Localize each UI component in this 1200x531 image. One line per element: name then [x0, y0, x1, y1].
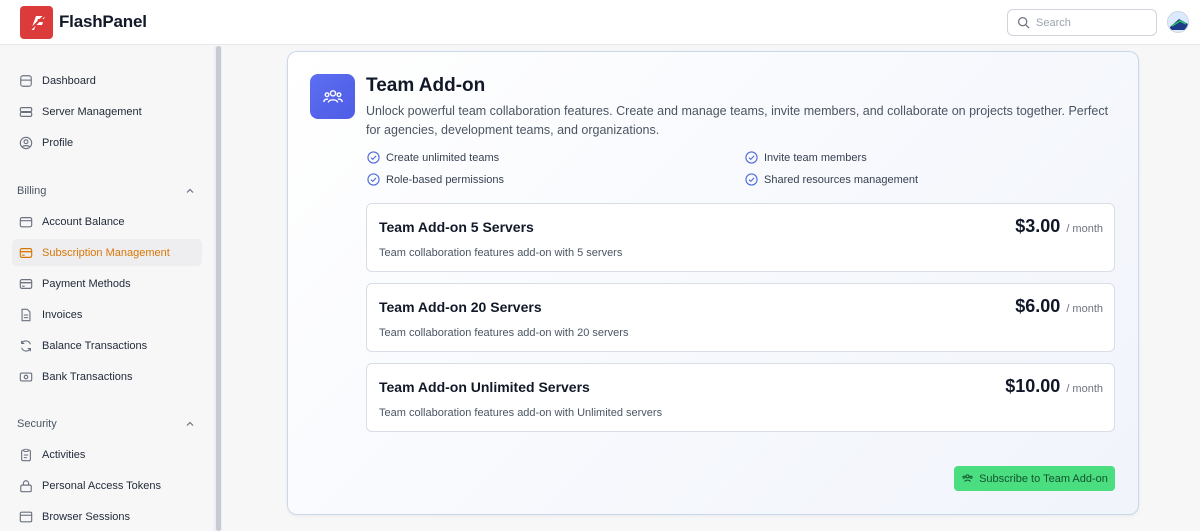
plan-price: $3.00 / month: [1015, 216, 1103, 237]
plan-name: Team Add-on 20 Servers: [379, 299, 542, 315]
sidebar-item-balance-transactions[interactable]: Balance Transactions: [12, 332, 202, 359]
check-circle-icon: [367, 173, 380, 186]
sidebar-item-label: Browser Sessions: [42, 510, 131, 523]
browser-icon: [18, 509, 34, 525]
feature-item: Create unlimited teams: [367, 151, 499, 164]
sidebar-item-label: Payment Methods: [42, 277, 131, 290]
wallet-icon: [18, 214, 34, 230]
feature-label: Create unlimited teams: [386, 151, 500, 164]
users-group-icon: [962, 474, 973, 482]
price-amount: $3.00: [1015, 216, 1061, 236]
sidebar-item-label: Profile: [42, 136, 74, 149]
check-circle-icon: [745, 151, 758, 164]
sidebar-item-account-balance[interactable]: Account Balance: [12, 208, 202, 235]
search-input[interactable]: [1036, 16, 1146, 29]
logo-icon: [27, 13, 46, 32]
avatar-image-icon: [1168, 12, 1188, 32]
clipboard-icon: [18, 447, 34, 463]
dashboard-icon: [18, 73, 34, 89]
sidebar-item-browser-sessions[interactable]: Browser Sessions: [12, 503, 202, 530]
top-header: FlashPanel: [0, 0, 1200, 45]
sidebar-scrollbar-thumb[interactable]: [216, 46, 221, 531]
sidebar-item-label: Dashboard: [42, 74, 96, 87]
sidebar-item-server-management[interactable]: Server Management: [12, 98, 202, 125]
sidebar-item-label: Subscription Management: [42, 246, 170, 259]
sidebar-item-label: Server Management: [42, 105, 142, 118]
plan-name: Team Add-on Unlimited Servers: [379, 379, 590, 395]
sidebar-item-label: Balance Transactions: [42, 339, 148, 352]
feature-item: Invite team members: [745, 151, 867, 164]
addon-description: Unlock powerful team collaboration featu…: [366, 104, 1109, 137]
sidebar-item-invoices[interactable]: Invoices: [12, 301, 202, 328]
search-icon: [1018, 17, 1030, 29]
sidebar-item-payment-methods[interactable]: Payment Methods: [12, 270, 202, 297]
addon-title: Team Add-on: [366, 75, 486, 96]
plan-price: $10.00 / month: [1005, 376, 1103, 397]
document-icon: [18, 307, 34, 323]
billing-section-label[interactable]: Billing: [17, 185, 46, 197]
credit-card-icon: [18, 276, 34, 292]
sidebar-item-label: Activities: [42, 448, 86, 461]
server-icon: [18, 104, 34, 120]
sidebar-item-bank-transactions[interactable]: Bank Transactions: [12, 363, 202, 390]
price-period: / month: [1066, 303, 1103, 315]
profile-icon: [18, 135, 34, 151]
feature-label: Shared resources management: [764, 173, 919, 186]
plan-option-20-servers[interactable]: Team Add-on 20 Servers Team collaboratio…: [366, 283, 1115, 352]
sidebar-item-label: Personal Access Tokens: [42, 479, 162, 492]
subscribe-button-label: Subscribe to Team Add-on: [979, 472, 1108, 485]
plan-option-unlimited-servers[interactable]: Team Add-on Unlimited Servers Team colla…: [366, 363, 1115, 432]
flashpanel-logo[interactable]: [20, 6, 53, 39]
team-addon-badge: [310, 74, 355, 119]
chevron-up-icon[interactable]: [185, 419, 195, 429]
avatar[interactable]: [1167, 11, 1189, 33]
feature-label: Invite team members: [764, 151, 867, 164]
chevron-up-icon[interactable]: [185, 186, 195, 196]
sidebar-item-subscription-management[interactable]: Subscription Management: [12, 239, 202, 266]
users-group-icon: [322, 89, 343, 103]
sidebar-item-activities[interactable]: Activities: [12, 441, 202, 468]
feature-label: Role-based permissions: [386, 173, 504, 186]
price-amount: $10.00: [1005, 376, 1061, 396]
search-box[interactable]: [1007, 9, 1157, 36]
check-circle-icon: [745, 173, 758, 186]
plan-option-5-servers[interactable]: Team Add-on 5 Servers Team collaboration…: [366, 203, 1115, 272]
refresh-icon: [18, 338, 34, 354]
price-period: / month: [1066, 223, 1103, 235]
security-section-label[interactable]: Security: [17, 418, 57, 430]
plan-description: Team collaboration features add-on with …: [379, 327, 629, 339]
sidebar-item-label: Invoices: [42, 308, 83, 321]
credit-card-icon: [18, 245, 34, 261]
subscribe-button[interactable]: Subscribe to Team Add-on: [954, 466, 1115, 491]
plan-description: Team collaboration features add-on with …: [379, 247, 623, 259]
feature-item: Role-based permissions: [367, 173, 504, 186]
bank-icon: [18, 369, 34, 385]
plan-name: Team Add-on 5 Servers: [379, 219, 534, 235]
plan-description: Team collaboration features add-on with …: [379, 407, 663, 419]
lock-icon: [18, 478, 34, 494]
sidebar-item-profile[interactable]: Profile: [12, 129, 202, 156]
sidebar-item-dashboard[interactable]: Dashboard: [12, 67, 202, 94]
price-amount: $6.00: [1015, 296, 1061, 316]
brand-name: FlashPanel: [59, 12, 147, 31]
sidebar-item-label: Bank Transactions: [42, 370, 133, 383]
price-period: / month: [1066, 383, 1103, 395]
plan-price: $6.00 / month: [1015, 296, 1103, 317]
check-circle-icon: [367, 151, 380, 164]
feature-item: Shared resources management: [745, 173, 918, 186]
sidebar-item-personal-access-tokens[interactable]: Personal Access Tokens: [12, 472, 202, 499]
sidebar-item-label: Account Balance: [42, 215, 125, 228]
